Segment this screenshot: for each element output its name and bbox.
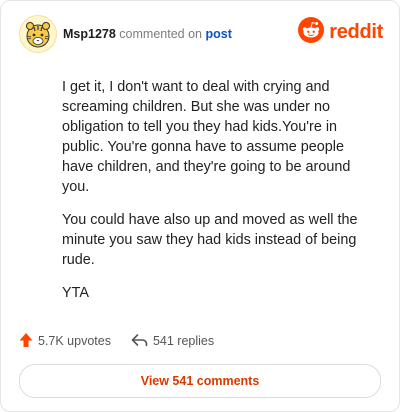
action-bar: 5.7K upvotes 541 replies [19, 331, 214, 351]
action-text: commented on [119, 27, 202, 41]
upvote-button[interactable]: 5.7K upvotes [19, 332, 111, 351]
upvote-count: 5.7K upvotes [38, 334, 111, 348]
post-link[interactable]: post [205, 27, 231, 41]
tiger-avatar-icon[interactable] [19, 15, 57, 53]
reddit-wordmark: reddit [329, 20, 383, 43]
comment-paragraph: You could have also up and moved as well… [62, 212, 358, 268]
byline: Msp1278 commented on post [63, 27, 232, 41]
upvote-arrow-icon [19, 332, 33, 351]
comment-body: I get it, I don't want to deal with cryi… [62, 77, 362, 316]
comment-card: Msp1278 commented on post reddit I get i… [0, 0, 400, 412]
reply-arrow-icon [131, 333, 148, 350]
reply-count: 541 replies [152, 334, 215, 348]
reply-button[interactable]: 541 replies [131, 333, 214, 350]
comment-header: Msp1278 commented on post reddit [19, 15, 383, 55]
comment-paragraph: I get it, I don't want to deal with cryi… [62, 79, 351, 195]
view-comments-button[interactable]: View 541 comments [19, 364, 381, 398]
reddit-alien-icon [298, 16, 325, 48]
username-link[interactable]: Msp1278 [63, 27, 116, 41]
comment-paragraph: YTA [62, 285, 89, 301]
reddit-logo[interactable]: reddit [298, 16, 383, 48]
